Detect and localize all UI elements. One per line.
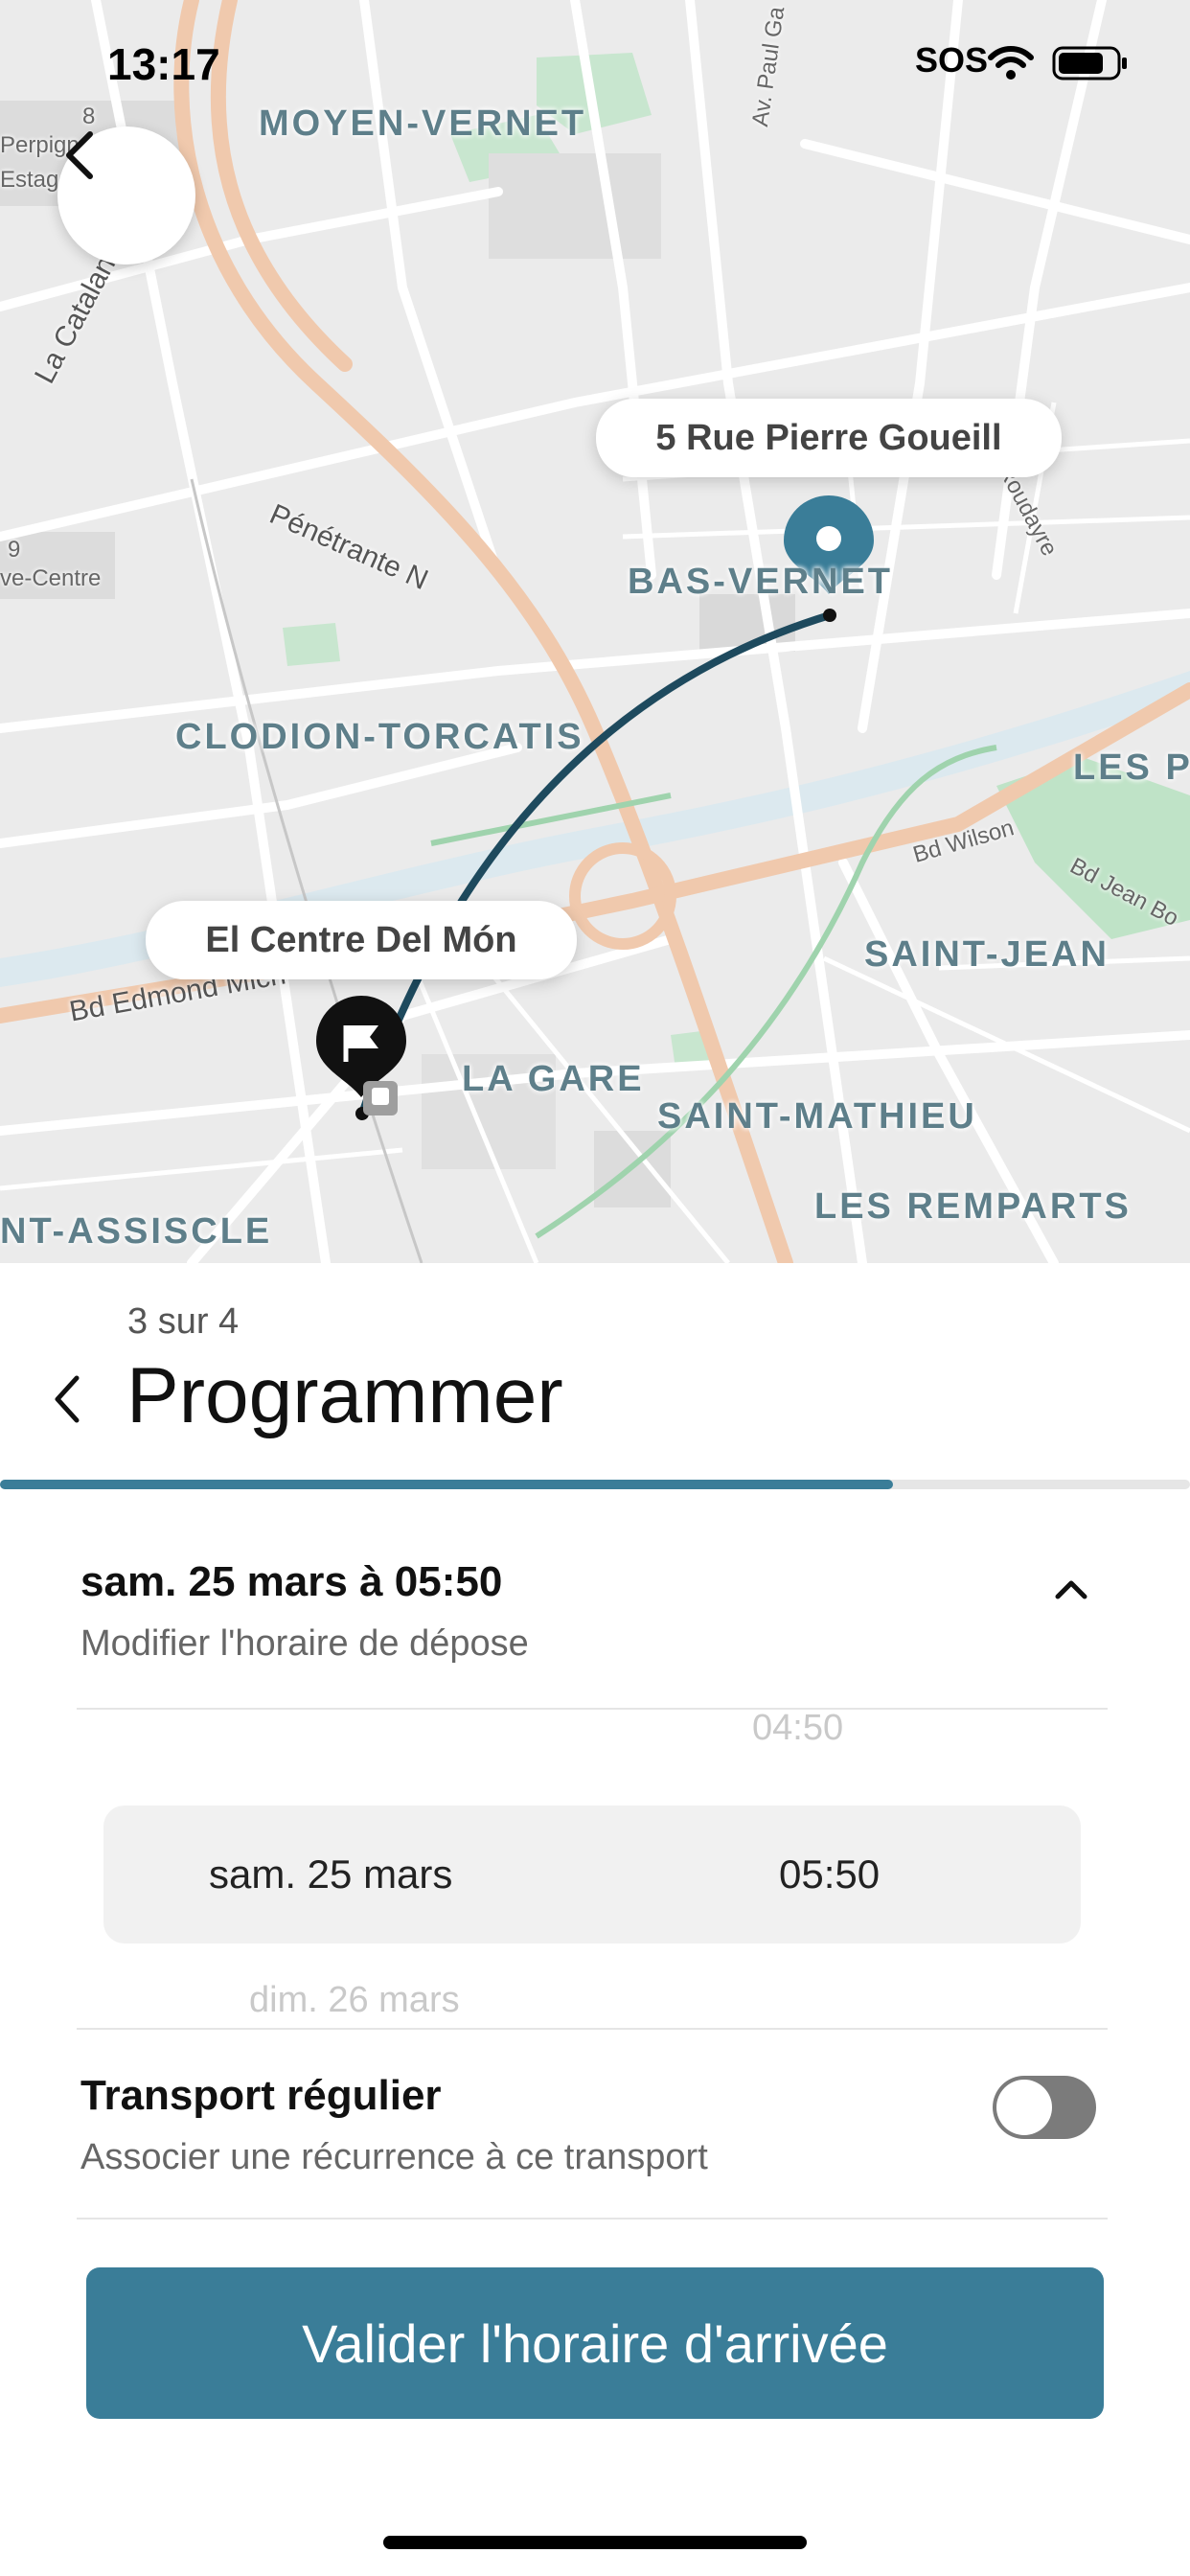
map-back-button[interactable] (57, 126, 195, 264)
datetime-picker[interactable]: 04:50 sam. 25 mars 05:50 dim. 26 mars (77, 1712, 1108, 2028)
status-time: 13:17 (107, 39, 220, 89)
divider (77, 1708, 1108, 1710)
district-label: SAINT-MATHIEU (657, 1096, 977, 1137)
step-indicator: 3 sur 4 (127, 1301, 240, 1342)
recurrence-title: Transport régulier (80, 2072, 442, 2119)
date-hint: Modifier l'horaire de dépose (80, 1623, 529, 1664)
picker-option-next-date[interactable]: dim. 26 mars (249, 1980, 460, 2021)
train-station-icon (363, 1081, 398, 1116)
status-bar: 13:17 SOS (0, 0, 1190, 125)
recurrence-section: Transport régulier Associer une récurren… (80, 2072, 1111, 2178)
district-label: LES REMPARTS (814, 1186, 1132, 1227)
sheet-back-button[interactable] (38, 1361, 96, 1438)
divider (77, 2028, 1108, 2030)
route-number-label: 9 (8, 537, 21, 563)
validate-arrival-time-button[interactable]: Valider l'horaire d'arrivée (86, 2267, 1104, 2419)
sos-indicator: SOS (915, 40, 989, 80)
district-label: NT-ASSISCLE (0, 1211, 273, 1252)
battery-icon (1052, 46, 1127, 80)
picker-selected-row[interactable]: sam. 25 mars 05:50 (103, 1806, 1081, 1944)
chevron-up-icon[interactable] (1052, 1574, 1090, 1602)
street-label: Estag (0, 167, 59, 193)
progress-fill (0, 1480, 893, 1489)
chevron-left-icon (66, 131, 93, 179)
picker-selected-time: 05:50 (779, 1852, 881, 1897)
district-label: LA GARE (462, 1059, 645, 1099)
page-title: Programmer (126, 1352, 563, 1439)
recurrence-toggle[interactable] (993, 2076, 1096, 2139)
chevron-left-icon (55, 1375, 80, 1423)
progress-bar (0, 1480, 1190, 1489)
date-summary: sam. 25 mars à 05:50 (80, 1558, 503, 1605)
divider (77, 2218, 1108, 2220)
wifi-icon (988, 46, 1034, 80)
date-section[interactable]: sam. 25 mars à 05:50 Modifier l'horaire … (80, 1558, 1111, 1665)
recurrence-subtitle: Associer une récurrence à ce transport (80, 2137, 708, 2177)
origin-callout[interactable]: El Centre Del Món (146, 901, 577, 979)
screen: MOYEN-VERNET BAS-VERNET CLODION-TORCATIS… (0, 0, 1190, 2576)
district-label: SAINT-JEAN (864, 934, 1110, 975)
toggle-knob (996, 2080, 1052, 2135)
district-label: LES P (1073, 748, 1190, 788)
district-label: BAS-VERNET (628, 562, 894, 602)
picker-selected-date: sam. 25 mars (209, 1852, 453, 1897)
map[interactable]: MOYEN-VERNET BAS-VERNET CLODION-TORCATIS… (0, 0, 1190, 1263)
home-indicator (383, 2536, 807, 2549)
street-label: ve-Centre (0, 565, 102, 591)
picker-option-prev-time[interactable]: 04:50 (752, 1712, 843, 1749)
destination-callout[interactable]: 5 Rue Pierre Goueill (596, 399, 1062, 477)
district-label: CLODION-TORCATIS (175, 717, 584, 757)
